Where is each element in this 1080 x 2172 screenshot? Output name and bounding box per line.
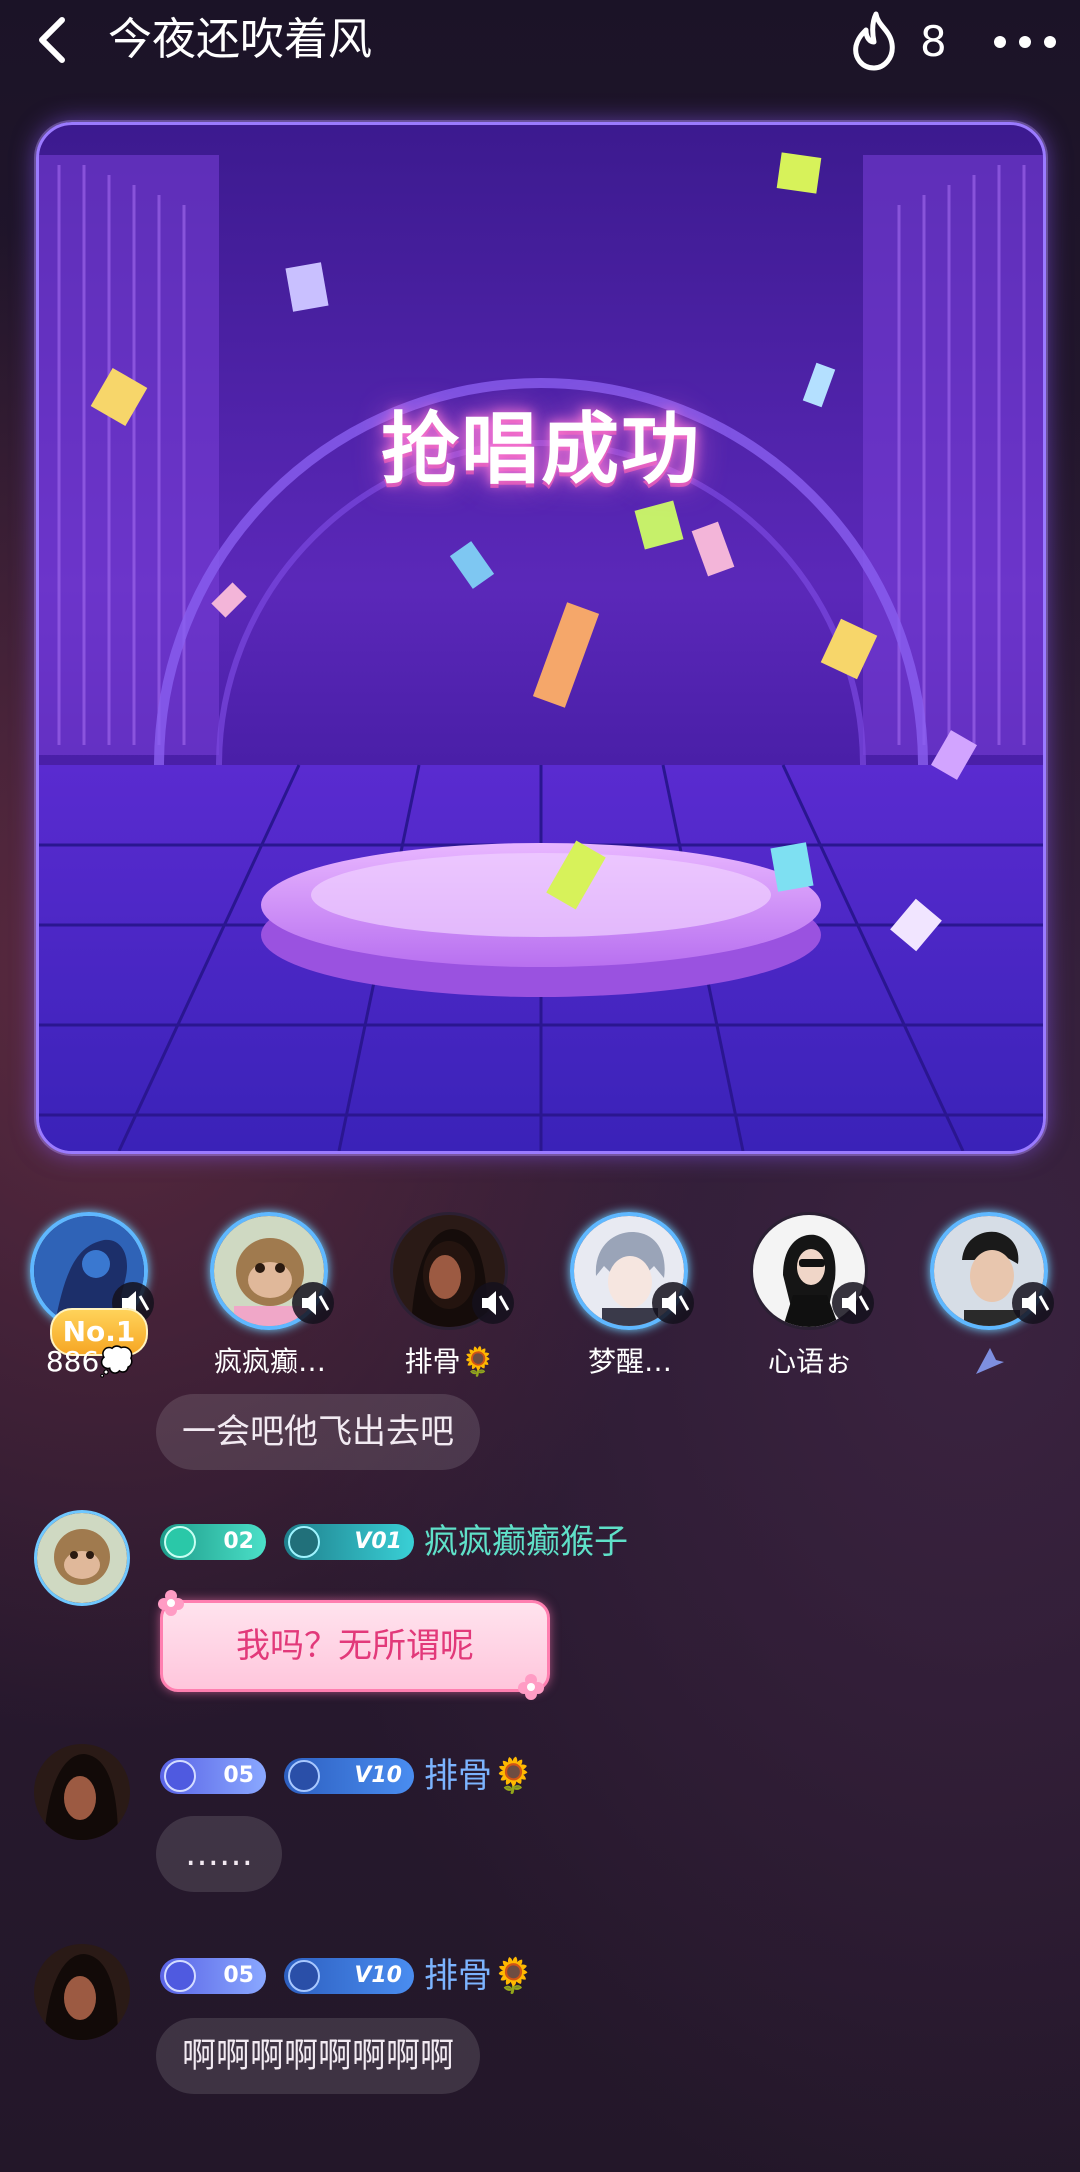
- chat-bubble: 一会吧他飞出去吧: [156, 1394, 480, 1470]
- top-bar: 今夜还吹着风 8: [0, 0, 1080, 80]
- mic-muted-icon: [292, 1282, 334, 1324]
- flame-icon: [853, 11, 895, 71]
- level-gem-icon: [164, 1526, 196, 1558]
- avatar[interactable]: [34, 1744, 130, 1840]
- message-header: 05 V10 排骨🌻: [160, 1952, 960, 2000]
- chevron-left-icon: [39, 17, 65, 63]
- chat-list: 一会吧他飞出去吧 02 V01 疯疯癫癫猴子 我吗？无所谓呢 05 V10 排骨…: [0, 1380, 1080, 2172]
- vip-badge: V10: [284, 1958, 414, 1994]
- mic-seat[interactable]: 梦醒…: [550, 1200, 700, 1390]
- mic-seat[interactable]: [910, 1200, 1060, 1390]
- seat-name: 886💭: [45, 1345, 135, 1378]
- mic-seat[interactable]: 心语ぉ: [730, 1200, 880, 1390]
- seat-name: 梦醒…: [587, 1345, 672, 1378]
- seat-name: 排骨🌻: [404, 1345, 496, 1378]
- mic-seats: No.1 886💭 疯疯癫… 排骨🌻 梦醒… 心语ぉ: [0, 1200, 1080, 1390]
- vip-badge: V01: [284, 1524, 414, 1560]
- chat-bubble: ……: [156, 1816, 282, 1892]
- sender-name[interactable]: 排骨🌻: [424, 1952, 534, 2000]
- mic-muted-icon: [652, 1282, 694, 1324]
- seat-name: 疯疯癫…: [213, 1345, 326, 1378]
- chat-bubble: 啊啊啊啊啊啊啊啊: [156, 2018, 480, 2094]
- more-button[interactable]: [990, 20, 1060, 60]
- vip-ring-icon: [288, 1960, 320, 1992]
- flower-icon: [158, 1590, 184, 1616]
- vip-ring-icon: [288, 1760, 320, 1792]
- mic-muted-icon: [832, 1282, 874, 1324]
- mic-seat[interactable]: 疯疯癫…: [190, 1200, 340, 1390]
- mic-muted-icon: [1012, 1282, 1054, 1324]
- heat-count: 8: [920, 17, 947, 66]
- mic-seat[interactable]: 排骨🌻: [370, 1200, 520, 1390]
- avatar[interactable]: [34, 1510, 130, 1606]
- message-header: 05 V10 排骨🌻: [160, 1752, 960, 1800]
- stage-banner-text: 抢唱成功: [380, 405, 701, 495]
- mic-muted-icon: [472, 1282, 514, 1324]
- stage-illustration: [39, 152, 1043, 1151]
- chat-bubble: 我吗？无所谓呢: [160, 1600, 550, 1692]
- seat-name: 心语ぉ: [767, 1345, 852, 1378]
- vip-ring-icon: [288, 1526, 320, 1558]
- level-badge: 02: [160, 1524, 266, 1560]
- avatar[interactable]: [34, 1944, 130, 2040]
- level-gem-icon: [164, 1760, 196, 1792]
- level-gem-icon: [164, 1960, 196, 1992]
- message-header: 02 V01 疯疯癫癫猴子: [160, 1518, 960, 1566]
- room-title: 今夜还吹着风: [108, 14, 372, 65]
- sender-name[interactable]: 排骨🌻: [424, 1752, 534, 1800]
- back-button[interactable]: [30, 12, 80, 68]
- flower-icon: [518, 1674, 544, 1700]
- more-dots-icon: [994, 36, 1006, 48]
- vip-badge: V10: [284, 1758, 414, 1794]
- game-stage: 抢唱成功: [36, 122, 1046, 1154]
- level-badge: 05: [160, 1758, 266, 1794]
- speaker-wave-icon: [976, 1348, 1004, 1374]
- mic-seat[interactable]: No.1 886💭: [10, 1200, 160, 1390]
- sender-name[interactable]: 疯疯癫癫猴子: [424, 1518, 628, 1566]
- level-badge: 05: [160, 1958, 266, 1994]
- heat-button[interactable]: [846, 8, 906, 72]
